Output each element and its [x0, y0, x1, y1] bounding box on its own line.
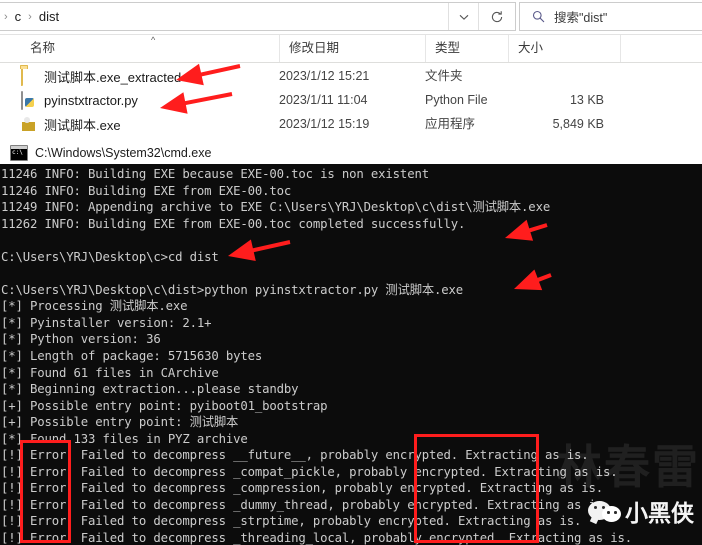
column-header-row: 名称 ^ 修改日期 类型 大小	[0, 35, 702, 63]
file-size-cell: 13 KB	[569, 93, 604, 107]
terminal-line: [*] Beginning extraction...please standb…	[1, 382, 299, 397]
file-list: 测试脚本.exe_extracted 2023/1/12 15:21 文件夹 p…	[0, 64, 702, 140]
column-header-type[interactable]: 类型	[425, 35, 508, 62]
terminal-line: [*] Length of package: 5715630 bytes	[1, 349, 263, 364]
cmd-window-icon	[10, 145, 28, 161]
breadcrumb-separator-1: ›	[28, 10, 32, 23]
terminal-line: C:\Users\YRJ\Desktop\c>cd dist	[1, 249, 219, 264]
terminal-line: [*] Processing 测试脚本.exe	[1, 299, 188, 314]
terminal-output: 11246 INFO: Building EXE because EXE-00.…	[0, 164, 702, 545]
table-row[interactable]: 测试脚本.exe_extracted 2023/1/12 15:21 文件夹	[0, 64, 702, 88]
breadcrumb-item-c[interactable]: c	[12, 7, 25, 26]
terminal-line: 11249 INFO: Appending archive to EXE C:\…	[1, 200, 551, 215]
breadcrumb-separator-0: ›	[4, 10, 8, 23]
terminal-line: [*] Pyinstaller version: 2.1+	[1, 315, 212, 330]
cmd-title-bar[interactable]: C:\Windows\System32\cmd.exe	[0, 142, 702, 164]
file-size-cell: 5,849 KB	[552, 117, 604, 131]
file-name-cell[interactable]: 测试脚本.exe	[21, 112, 121, 136]
terminal-line: C:\Users\YRJ\Desktop\c\dist>python pyins…	[1, 282, 464, 297]
breadcrumb-item-dist[interactable]: dist	[36, 7, 62, 26]
sort-ascending-icon: ^	[151, 35, 156, 45]
terminal-line: 11246 INFO: Building EXE because EXE-00.…	[1, 167, 429, 181]
search-input[interactable]: 搜索"dist"	[519, 2, 702, 31]
file-type-cell: 文件夹	[425, 69, 463, 83]
column-header-size[interactable]: 大小	[508, 35, 620, 62]
chevron-down-icon[interactable]	[448, 3, 479, 30]
file-explorer-window: › c › dist 搜索"dist" 名称 ^ 修改日期 类型 大小 测试脚本…	[0, 0, 702, 142]
terminal-line: [*] Python version: 36	[1, 332, 161, 347]
search-icon	[532, 10, 545, 23]
column-header-name[interactable]: 名称 ^	[21, 35, 279, 62]
refresh-icon[interactable]	[478, 3, 515, 30]
table-row[interactable]: 测试脚本.exe 2023/1/12 15:19 应用程序 5,849 KB	[0, 112, 702, 136]
file-date-cell: 2023/1/12 15:21	[279, 69, 370, 83]
cmd-console-window: C:\Windows\System32\cmd.exe 11246 INFO: …	[0, 142, 702, 545]
file-type-cell: 应用程序	[425, 117, 476, 131]
terminal-line: [!] Error: Failed to decompress _threadi…	[1, 531, 633, 545]
file-name-cell[interactable]: pyinstxtractor.py	[21, 88, 138, 112]
file-name-label: pyinstxtractor.py	[44, 92, 138, 108]
file-name-label: 测试脚本.exe	[44, 117, 121, 133]
terminal-line: 11262 INFO: Building EXE from EXE-00.toc…	[1, 216, 466, 231]
file-date-cell: 2023/1/12 15:19	[279, 117, 370, 131]
column-header-spacer[interactable]	[620, 35, 702, 62]
file-type-cell: Python File	[425, 93, 488, 107]
application-icon	[21, 116, 37, 132]
python-file-icon	[21, 91, 37, 110]
terminal-line: 11246 INFO: Building EXE from EXE-00.toc	[1, 183, 292, 198]
explorer-toolbar: › c › dist 搜索"dist"	[0, 0, 702, 35]
brand-watermark-text: 小黑侠	[625, 501, 694, 527]
file-size-cell	[508, 64, 604, 88]
cmd-title-label: C:\Windows\System32\cmd.exe	[35, 146, 212, 160]
file-date-cell: 2023/1/11 11:04	[279, 93, 368, 107]
terminal-line: [*] Found 61 files in CArchive	[1, 365, 219, 380]
column-header-name-label: 名称	[30, 41, 56, 55]
file-name-label: 测试脚本.exe_extracted	[44, 69, 182, 85]
address-bar[interactable]: › c › dist	[0, 2, 516, 31]
wechat-icon	[588, 499, 624, 523]
table-row[interactable]: pyinstxtractor.py 2023/1/11 11:04 Python…	[0, 88, 702, 112]
file-name-cell[interactable]: 测试脚本.exe_extracted	[21, 64, 181, 88]
column-header-date[interactable]: 修改日期	[279, 35, 425, 62]
terminal-line: [+] Possible entry point: pyiboot01_boot…	[1, 398, 328, 413]
brand-watermark: 小黑侠	[588, 494, 694, 528]
background-watermark-text: 林春雷	[556, 440, 700, 494]
folder-icon	[21, 67, 37, 86]
terminal-line: [+] Possible entry point: 测试脚本	[1, 415, 239, 430]
search-placeholder: 搜索"dist"	[554, 11, 608, 25]
